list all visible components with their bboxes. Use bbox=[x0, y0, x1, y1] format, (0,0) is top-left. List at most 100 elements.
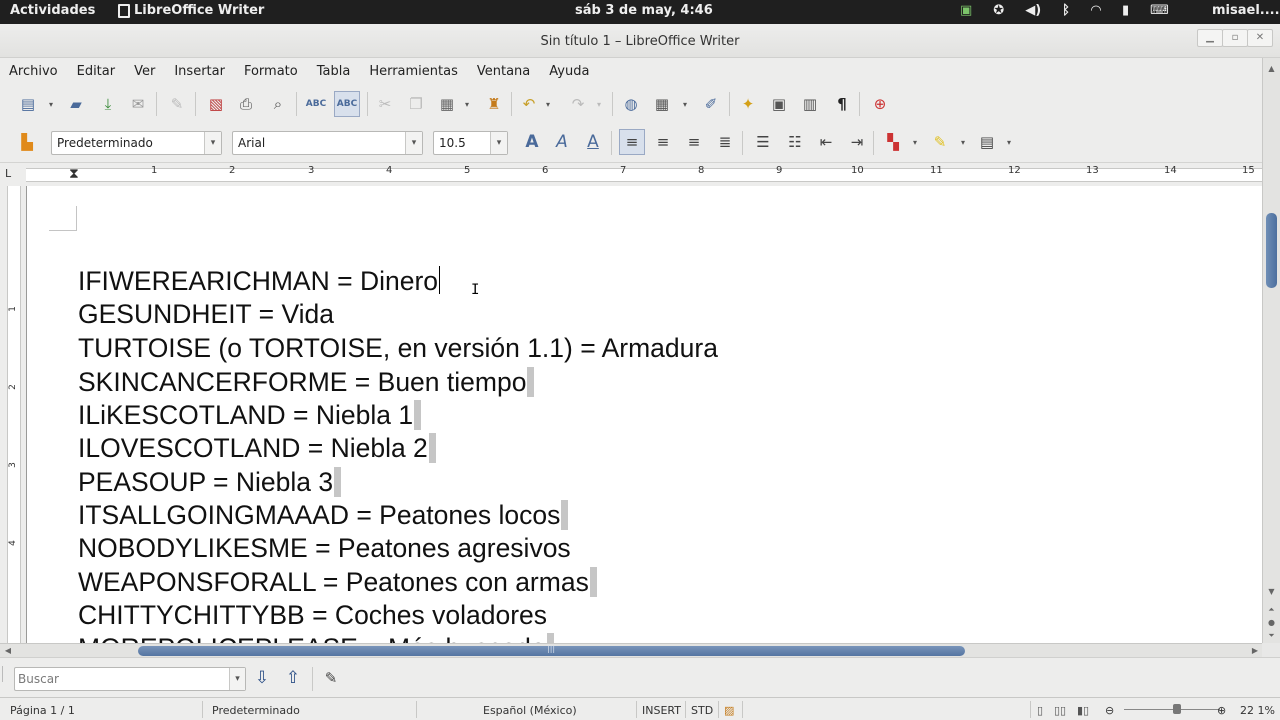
redo-icon[interactable]: ↷ bbox=[567, 93, 589, 115]
document-modified-icon[interactable]: ▨ bbox=[724, 704, 734, 717]
single-page-view-icon[interactable]: ▯ bbox=[1037, 704, 1043, 717]
font-color-dropdown-icon[interactable]: ▾ bbox=[913, 138, 917, 147]
edit-mode-icon[interactable]: ✎ bbox=[166, 93, 188, 115]
menu-insertar[interactable]: Insertar bbox=[165, 58, 235, 84]
zoom-in-icon[interactable]: ⊕ bbox=[1217, 704, 1226, 717]
email-icon[interactable]: ✉ bbox=[127, 93, 149, 115]
document-line[interactable]: ILiKESCOTLAND = Niebla 1 bbox=[78, 400, 422, 430]
multi-page-view-icon[interactable]: ▯▯ bbox=[1054, 704, 1066, 717]
document-page[interactable]: IFIWEREARICHMAN = Dinero GESUNDHEIT = Vi… bbox=[26, 186, 1262, 643]
menu-ver[interactable]: Ver bbox=[125, 58, 165, 84]
search-history-dropdown-icon[interactable]: ▾ bbox=[229, 668, 245, 690]
save-icon[interactable]: ⤓ bbox=[97, 93, 119, 115]
accessibility-icon[interactable]: ✪ bbox=[993, 3, 1004, 18]
tab-type-selector[interactable]: L bbox=[5, 167, 19, 181]
horizontal-ruler[interactable]: L ⧗ 1 2 3 4 5 6 7 8 9 10 11 12 13 14 15 bbox=[0, 162, 1262, 186]
font-size-dropdown-icon[interactable]: ▾ bbox=[490, 132, 507, 154]
increase-indent-icon[interactable]: ⇥ bbox=[846, 131, 868, 153]
menu-editar[interactable]: Editar bbox=[68, 58, 126, 84]
formatting-marks-icon[interactable]: ¶ bbox=[831, 93, 853, 115]
document-line[interactable]: PEASOUP = Niebla 3 bbox=[78, 467, 342, 497]
draw-functions-icon[interactable]: ✐ bbox=[700, 93, 722, 115]
find-previous-icon[interactable]: ⇧ bbox=[282, 667, 304, 689]
document-line[interactable]: GESUNDHEIT = Vida bbox=[78, 299, 334, 329]
menu-archivo[interactable]: Archivo bbox=[0, 58, 68, 84]
menu-herramientas[interactable]: Herramientas bbox=[360, 58, 468, 84]
menu-ayuda[interactable]: Ayuda bbox=[540, 58, 599, 84]
scroll-up-arrow-icon[interactable]: ▲ bbox=[1263, 62, 1280, 76]
document-line[interactable]: IFIWEREARICHMAN = Dinero bbox=[78, 266, 441, 296]
align-left-icon[interactable]: ≡ bbox=[619, 129, 645, 155]
navigation-icon[interactable]: ● bbox=[1263, 616, 1280, 630]
open-folder-icon[interactable]: ▰ bbox=[65, 93, 87, 115]
page-count[interactable]: Página 1 / 1 bbox=[10, 704, 75, 717]
text-language[interactable]: Español (México) bbox=[483, 704, 577, 717]
minimize-button[interactable]: ▁ bbox=[1197, 29, 1223, 47]
volume-icon[interactable]: ◀) bbox=[1025, 3, 1041, 18]
print-icon[interactable]: ⎙ bbox=[235, 93, 257, 115]
zoom-slider-knob[interactable] bbox=[1173, 704, 1181, 714]
undo-dropdown-icon[interactable]: ▾ bbox=[546, 100, 550, 109]
highlighting-icon[interactable]: ✎ bbox=[929, 131, 951, 153]
app-menu-button[interactable]: LibreOffice Writer bbox=[118, 3, 264, 18]
export-pdf-icon[interactable]: ▧ bbox=[205, 93, 227, 115]
decrease-indent-icon[interactable]: ⇤ bbox=[815, 131, 837, 153]
find-next-icon[interactable]: ⇩ bbox=[251, 667, 273, 689]
paste-icon[interactable]: ▦ bbox=[436, 93, 458, 115]
scroll-left-arrow-icon[interactable]: ◀ bbox=[2, 644, 14, 657]
menu-formato[interactable]: Formato bbox=[235, 58, 308, 84]
redo-dropdown-icon[interactable]: ▾ bbox=[597, 100, 601, 109]
new-dropdown-icon[interactable]: ▾ bbox=[49, 100, 53, 109]
font-size-combo[interactable]: 10.5 ▾ bbox=[433, 131, 508, 155]
vertical-scroll-thumb[interactable] bbox=[1266, 213, 1277, 288]
user-menu[interactable]: misael.... bbox=[1212, 3, 1280, 18]
document-line[interactable]: CHITTYCHITTYBB = Coches voladores bbox=[78, 600, 547, 630]
underline-icon[interactable]: A bbox=[582, 131, 604, 153]
paste-dropdown-icon[interactable]: ▾ bbox=[465, 100, 469, 109]
paragraph-style-combo[interactable]: Predeterminado ▾ bbox=[51, 131, 222, 155]
styles-formatting-icon[interactable]: ▙ bbox=[16, 131, 38, 153]
document-line[interactable]: ILOVESCOTLAND = Niebla 2 bbox=[78, 433, 436, 463]
numbering-icon[interactable]: ☰ bbox=[752, 131, 774, 153]
data-sources-icon[interactable]: ▥ bbox=[799, 93, 821, 115]
document-line[interactable]: ITSALLGOINGMAAAD = Peatones locos bbox=[78, 500, 569, 530]
bold-icon[interactable]: A bbox=[521, 131, 543, 153]
align-right-icon[interactable]: ≡ bbox=[683, 131, 705, 153]
zoom-slider[interactable] bbox=[1124, 709, 1220, 710]
network-indicator-icon[interactable]: ▣ bbox=[960, 3, 972, 18]
vertical-ruler[interactable]: 1 2 3 4 bbox=[0, 186, 26, 643]
search-input[interactable] bbox=[18, 671, 228, 687]
justify-icon[interactable]: ≣ bbox=[714, 131, 736, 153]
align-center-icon[interactable]: ≡ bbox=[652, 131, 674, 153]
menu-ventana[interactable]: Ventana bbox=[468, 58, 540, 84]
bluetooth-icon[interactable]: ᛒ bbox=[1062, 3, 1070, 18]
previous-page-icon[interactable]: ⏶ bbox=[1263, 603, 1280, 617]
paragraph-style-dropdown-icon[interactable]: ▾ bbox=[204, 132, 221, 154]
spellcheck-icon[interactable]: ABC bbox=[305, 93, 327, 115]
document-line[interactable]: SKINCANCERFORME = Buen tiempo bbox=[78, 367, 535, 397]
font-color-icon[interactable]: ▚ bbox=[882, 131, 904, 153]
clock[interactable]: sáb 3 de may, 4:46 bbox=[575, 3, 713, 18]
italic-icon[interactable]: A bbox=[551, 131, 573, 153]
menu-tabla[interactable]: Tabla bbox=[308, 58, 361, 84]
new-document-icon[interactable]: ▤ bbox=[17, 93, 39, 115]
horizontal-scrollbar[interactable]: ◀ ||| ▶ bbox=[0, 643, 1262, 657]
find-replace-icon[interactable]: ✎ bbox=[320, 667, 342, 689]
vertical-scrollbar[interactable]: ▲ ▼ ⏶ ● ⏷ bbox=[1262, 58, 1280, 643]
autospellcheck-icon[interactable]: ABC bbox=[334, 91, 360, 117]
clone-formatting-icon[interactable]: ♜ bbox=[483, 93, 505, 115]
font-name-dropdown-icon[interactable]: ▾ bbox=[405, 132, 422, 154]
background-color-dropdown-icon[interactable]: ▾ bbox=[1007, 138, 1011, 147]
zoom-level[interactable]: 22 1% bbox=[1240, 704, 1275, 717]
document-line[interactable]: NOBODYLIKESME = Peatones agresivos bbox=[78, 533, 571, 563]
copy-icon[interactable]: ❐ bbox=[405, 93, 427, 115]
activities-button[interactable]: Actividades bbox=[10, 3, 95, 18]
document-line[interactable]: MOREPOLICEPLEASE = Más buscado bbox=[78, 633, 554, 643]
background-color-icon[interactable]: ▤ bbox=[976, 131, 998, 153]
indent-marker-icon[interactable]: ⧗ bbox=[69, 166, 79, 182]
find-toolbar-handle[interactable] bbox=[2, 666, 14, 682]
help-icon[interactable]: ⊕ bbox=[869, 93, 891, 115]
document-line[interactable]: TURTOISE (o TORTOISE, en versión 1.1) = … bbox=[78, 333, 718, 363]
next-page-icon[interactable]: ⏷ bbox=[1263, 629, 1280, 643]
highlighting-dropdown-icon[interactable]: ▾ bbox=[961, 138, 965, 147]
